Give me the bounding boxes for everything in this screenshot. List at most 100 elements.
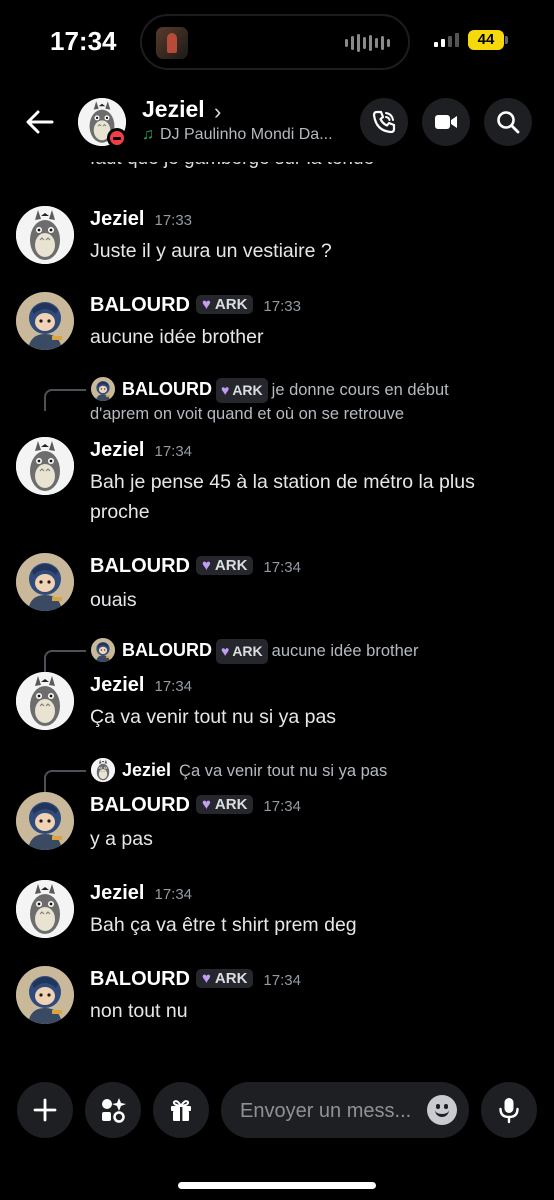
timestamp: 17:34 <box>263 972 301 989</box>
reply-server-tag-label: ARK <box>232 643 263 659</box>
avatar[interactable] <box>16 292 74 350</box>
gift-button[interactable] <box>153 1082 209 1138</box>
dynamic-island[interactable] <box>140 14 410 70</box>
music-note-icon: ♫ <box>142 126 154 143</box>
timestamp: 17:33 <box>263 298 301 315</box>
server-tag-label: ARK <box>214 296 248 313</box>
message-text: Bah je pense 45 à la station de métro la… <box>90 467 530 527</box>
reply-author: BALOURD <box>122 379 212 399</box>
reply-preview[interactable]: BALOURD ♥ ARK aucune idée brother <box>0 638 554 692</box>
header-activity: ♫ DJ Paulinho Mondi Da... <box>142 126 333 144</box>
timestamp: 17:34 <box>154 678 193 695</box>
server-tag[interactable]: ♥ ARK <box>196 795 254 814</box>
author-name[interactable]: Jeziel <box>90 208 144 230</box>
message-text: y a pas <box>90 828 153 850</box>
message-input-placeholder: Envoyer un mess... <box>240 1100 412 1122</box>
emoji-icon[interactable] <box>427 1095 457 1125</box>
timestamp: 17:34 <box>263 559 301 576</box>
battery-tip <box>505 36 508 44</box>
reply-text: je donne cours en début <box>271 381 449 399</box>
status-time: 17:34 <box>50 26 117 56</box>
server-tag-label: ARK <box>214 970 248 987</box>
message-header: BALOURD ♥ ARK 17:33 <box>90 294 301 317</box>
author-name[interactable]: Jeziel <box>90 674 144 696</box>
author-name[interactable]: BALOURD <box>90 794 190 816</box>
avatar[interactable] <box>16 437 74 495</box>
message-text: Bah ça va être t shirt prem deg <box>90 914 357 936</box>
reply-server-tag: ♥ ARK <box>216 378 268 403</box>
reply-author: Jeziel <box>122 760 172 780</box>
microphone-icon <box>499 1098 519 1124</box>
video-call-icon <box>435 115 457 129</box>
timestamp: 17:34 <box>263 798 301 815</box>
server-tag-label: ARK <box>214 557 248 574</box>
server-tag[interactable]: ♥ ARK <box>196 295 254 314</box>
heart-icon: ♥ <box>221 382 230 398</box>
header-username[interactable]: Jeziel <box>142 96 205 123</box>
message-composer: Envoyer un mess... <box>0 1080 554 1200</box>
reply-connector <box>44 770 86 792</box>
reply-text: aucune idée brother <box>271 642 419 660</box>
voice-call-button[interactable] <box>360 98 408 146</box>
heart-icon: ♥ <box>202 796 211 813</box>
search-icon <box>497 111 520 134</box>
status-bar: 17:34 44 <box>0 0 554 84</box>
home-indicator[interactable] <box>178 1182 376 1189</box>
author-name[interactable]: BALOURD <box>90 555 190 577</box>
reply-line: Jeziel Ça va venir tout nu si ya pas <box>122 758 542 784</box>
server-tag[interactable]: ♥ ARK <box>196 556 254 575</box>
message-header: Jeziel 17:34 <box>90 674 192 697</box>
reply-server-tag-label: ARK <box>232 382 263 398</box>
message-input[interactable]: Envoyer un mess... <box>221 1082 469 1138</box>
timestamp: 17:34 <box>154 443 193 460</box>
reply-connector <box>44 650 86 672</box>
battery-icon: 44 <box>468 30 504 50</box>
avatar[interactable] <box>16 206 74 264</box>
reply-avatar <box>91 758 115 782</box>
reply-preview[interactable]: BALOURD ♥ ARK je donne cours en début d'apr… <box>0 377 554 431</box>
reply-text-continued: d'aprem on voit quand et où on se retrou… <box>90 405 405 423</box>
message-text-line: Bah je pense 45 à la station de métro la… <box>90 471 475 493</box>
heart-icon: ♥ <box>202 296 211 313</box>
message-feed[interactable]: faut que je gamberge sur la tenue Jeziel… <box>0 150 554 1060</box>
avatar[interactable] <box>16 880 74 938</box>
timestamp: 17:34 <box>154 886 193 903</box>
message-header: BALOURD ♥ ARK 17:34 <box>90 968 301 991</box>
attach-button[interactable] <box>17 1082 73 1138</box>
search-button[interactable] <box>484 98 532 146</box>
heart-icon: ♥ <box>202 557 211 574</box>
avatar[interactable] <box>16 792 74 850</box>
voice-message-button[interactable] <box>481 1082 537 1138</box>
author-name[interactable]: Jeziel <box>90 439 144 461</box>
author-name[interactable]: BALOURD <box>90 294 190 316</box>
message-text: Ça va venir tout nu si ya pas <box>90 706 337 728</box>
heart-icon: ♥ <box>202 970 211 987</box>
do-not-disturb-status-icon <box>107 128 127 148</box>
message-text-line: proche <box>90 501 150 523</box>
message-header: Jeziel 17:34 <box>90 882 192 905</box>
chevron-right-icon[interactable]: › <box>214 99 221 125</box>
plus-icon <box>33 1098 57 1122</box>
author-name[interactable]: Jeziel <box>90 882 144 904</box>
server-tag[interactable]: ♥ ARK <box>196 969 254 988</box>
reply-avatar <box>91 638 115 662</box>
video-call-button[interactable] <box>422 98 470 146</box>
message-text: non tout nu <box>90 1000 188 1022</box>
avatar[interactable] <box>16 966 74 1024</box>
back-arrow-icon[interactable] <box>22 104 58 140</box>
author-name[interactable]: BALOURD <box>90 968 190 990</box>
apps-icon <box>102 1098 126 1123</box>
gift-icon <box>171 1100 191 1121</box>
reply-connector <box>44 389 86 411</box>
reply-line: BALOURD ♥ ARK aucune idée brother <box>122 638 542 664</box>
reply-avatar <box>91 377 115 401</box>
reply-server-tag: ♥ ARK <box>216 639 268 664</box>
avatar[interactable] <box>16 672 74 730</box>
phone-call-icon <box>372 110 396 134</box>
cellular-signal-icon <box>434 33 459 47</box>
reply-author: BALOURD <box>122 640 212 660</box>
heart-icon: ♥ <box>221 643 230 659</box>
avatar[interactable] <box>16 553 74 611</box>
message-header: BALOURD ♥ ARK 17:34 <box>90 794 301 817</box>
apps-button[interactable] <box>85 1082 141 1138</box>
